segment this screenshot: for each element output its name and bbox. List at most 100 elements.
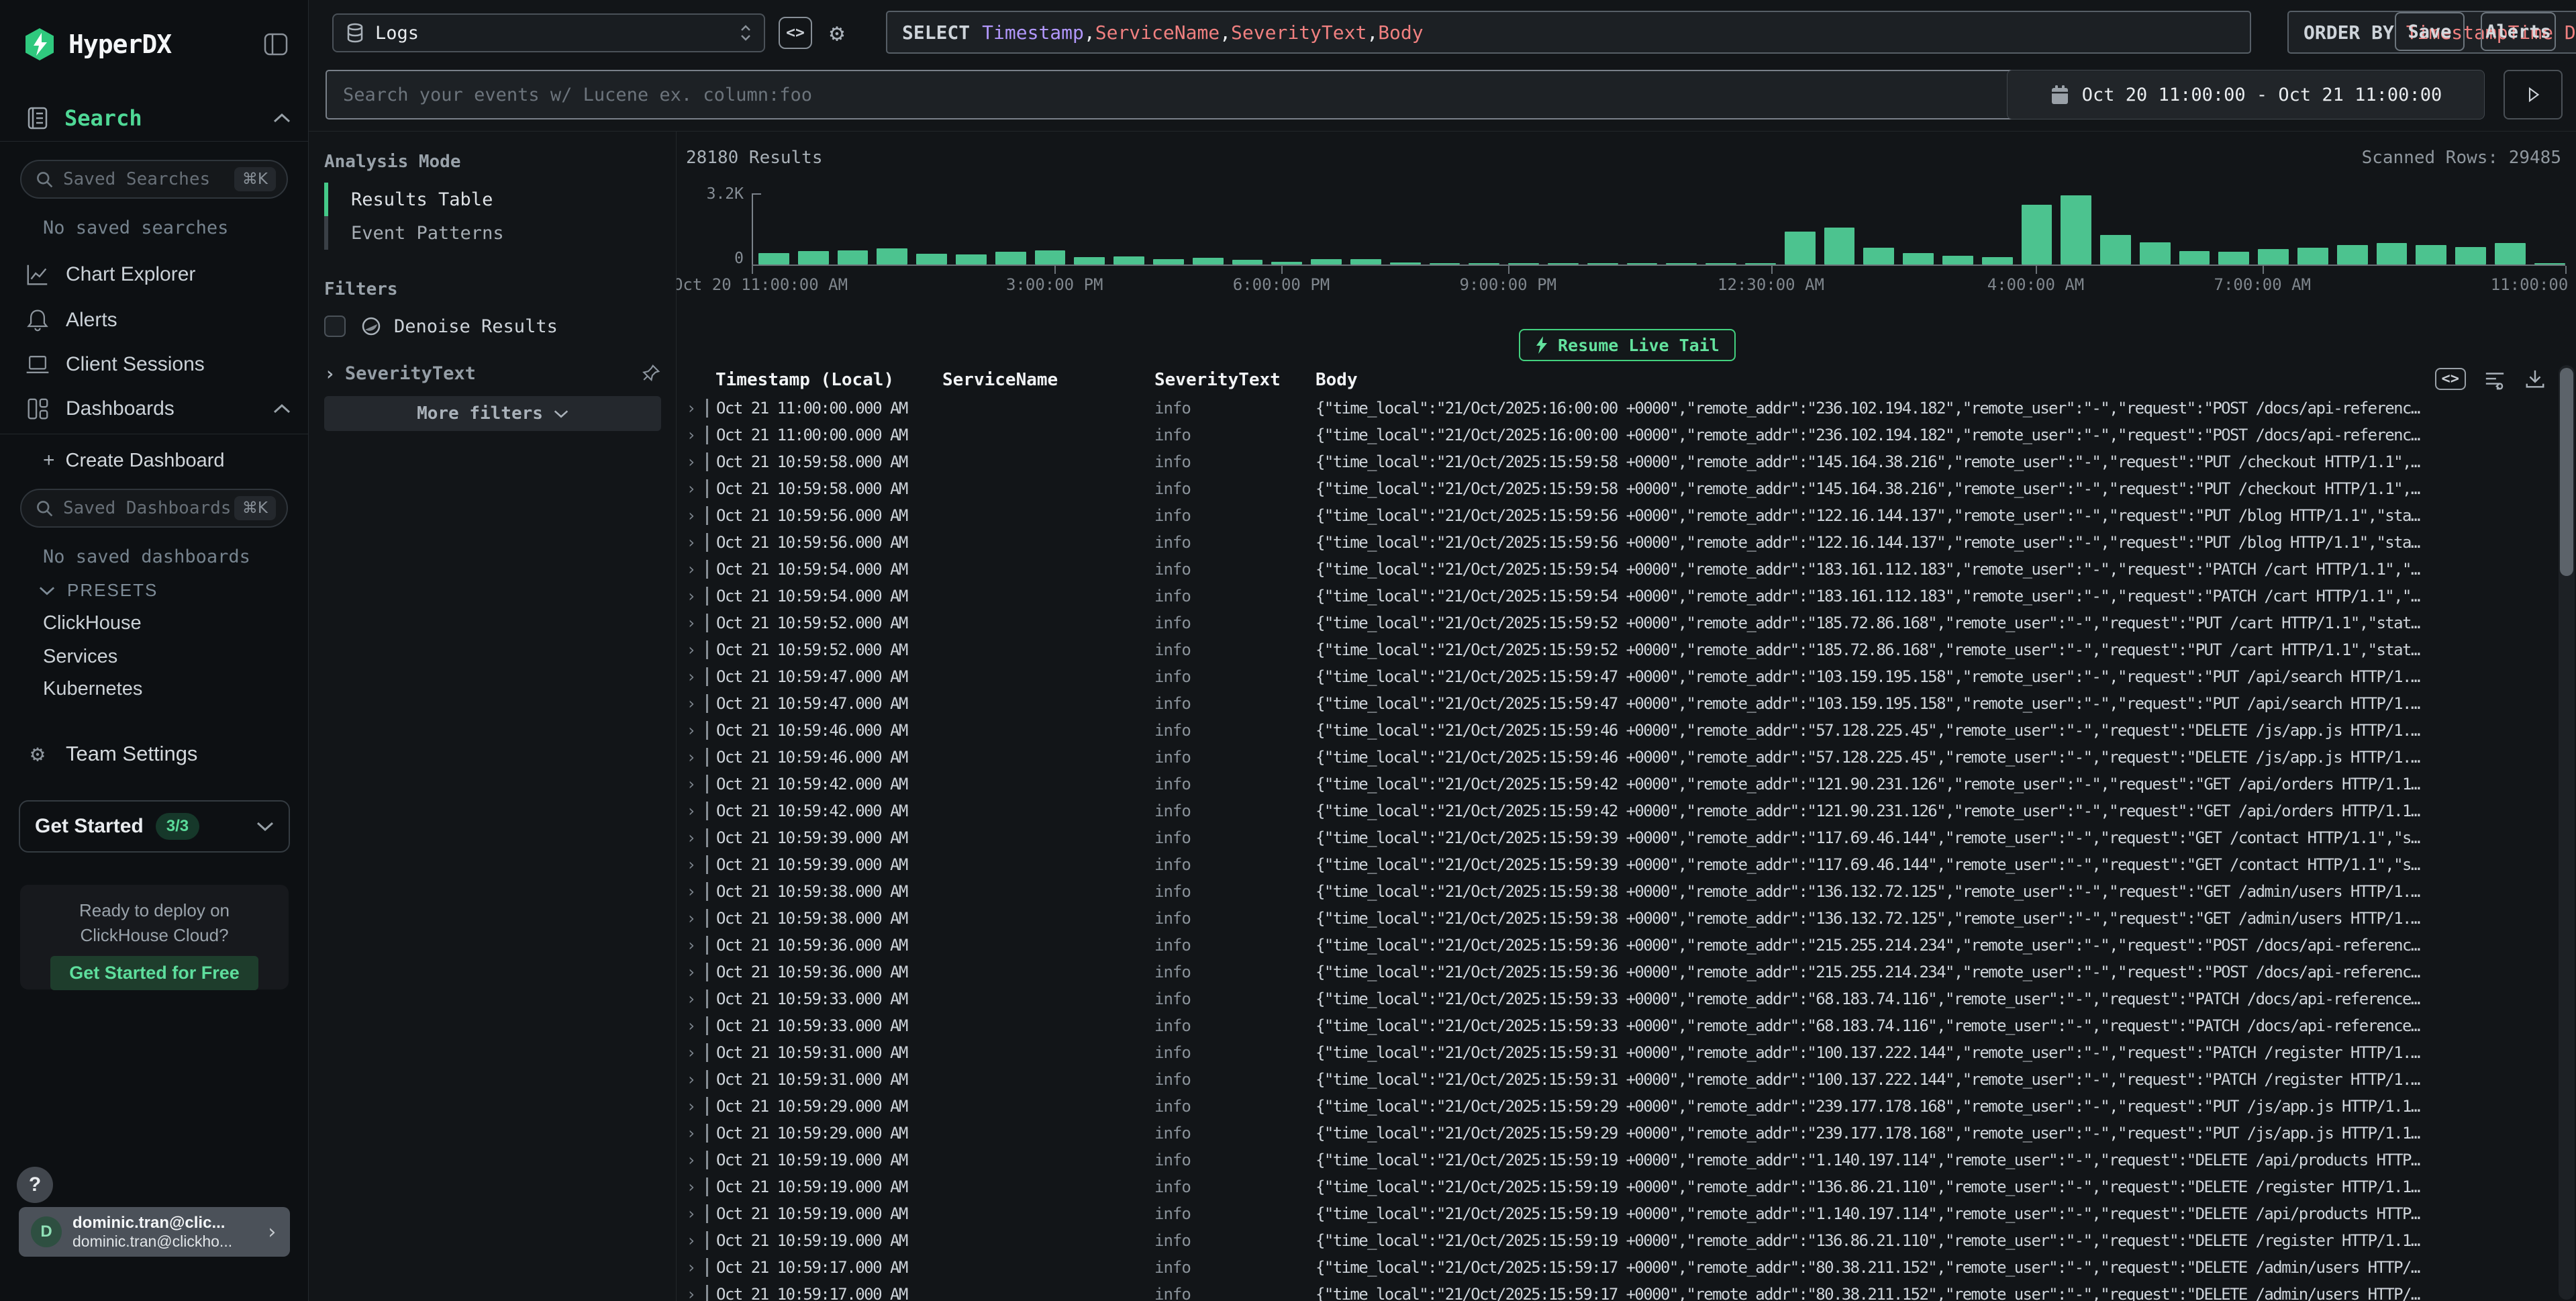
expand-row-icon[interactable]: › (677, 775, 706, 793)
sidebar-item-dashboards[interactable]: Dashboards (24, 393, 291, 424)
log-row[interactable]: › Oct 21 10:59:56.000 AM info {"time_loc… (677, 529, 2556, 556)
denoise-results-toggle[interactable]: Denoise Results (324, 311, 558, 341)
expand-row-icon[interactable]: › (677, 560, 706, 579)
resume-live-tail-button[interactable]: Resume Live Tail (1519, 329, 1736, 361)
preset-clickhouse[interactable]: ClickHouse (43, 612, 142, 634)
log-row[interactable]: › Oct 21 10:59:46.000 AM info {"time_loc… (677, 744, 2556, 771)
expand-row-icon[interactable]: › (677, 828, 706, 847)
expand-row-icon[interactable]: › (677, 1285, 706, 1301)
sidebar-item-team-settings[interactable]: ⚙ Team Settings (24, 738, 291, 769)
chart-bar[interactable] (1863, 248, 1894, 264)
log-row[interactable]: › Oct 21 10:59:58.000 AM info {"time_loc… (677, 475, 2556, 502)
expand-row-icon[interactable]: › (677, 721, 706, 740)
expand-row-icon[interactable]: › (677, 1016, 706, 1035)
user-menu[interactable]: D dominic.tran@clic... dominic.tran@clic… (19, 1207, 290, 1257)
presets-toggle[interactable]: PRESETS (39, 580, 158, 601)
log-row[interactable]: › Oct 21 10:59:54.000 AM info {"time_loc… (677, 556, 2556, 583)
chart-bar[interactable] (2455, 247, 2486, 264)
log-row[interactable]: › Oct 21 10:59:33.000 AM info {"time_loc… (677, 985, 2556, 1012)
saved-searches-input[interactable] (63, 169, 234, 189)
log-row[interactable]: › Oct 21 10:59:19.000 AM info {"time_loc… (677, 1227, 2556, 1254)
expand-row-icon[interactable]: › (677, 936, 706, 955)
expand-row-icon[interactable]: › (677, 479, 706, 498)
log-row[interactable]: › Oct 21 10:59:39.000 AM info {"time_loc… (677, 851, 2556, 878)
log-row[interactable]: › Oct 21 10:59:56.000 AM info {"time_loc… (677, 502, 2556, 529)
chart-bar[interactable] (1035, 250, 1066, 264)
mode-event-patterns[interactable]: Event Patterns (324, 216, 662, 250)
download-icon[interactable] (2524, 369, 2546, 390)
expand-row-icon[interactable]: › (677, 506, 706, 525)
log-row[interactable]: › Oct 21 10:59:29.000 AM info {"time_loc… (677, 1093, 2556, 1120)
chart-bar[interactable] (838, 250, 869, 264)
collapse-sidebar-icon[interactable] (264, 33, 288, 56)
log-row[interactable]: › Oct 21 10:59:17.000 AM info {"time_loc… (677, 1254, 2556, 1281)
log-row[interactable]: › Oct 21 10:59:46.000 AM info {"time_loc… (677, 717, 2556, 744)
expand-row-icon[interactable]: › (677, 855, 706, 874)
chart-bar[interactable] (2218, 252, 2249, 264)
log-row[interactable]: › Oct 21 10:59:39.000 AM info {"time_loc… (677, 824, 2556, 851)
sidebar-item-client-sessions[interactable]: Client Sessions (24, 349, 291, 380)
expand-row-icon[interactable]: › (677, 1151, 706, 1169)
chart-bar[interactable] (2258, 249, 2289, 264)
log-row[interactable]: › Oct 21 11:00:00.000 AM info {"time_loc… (677, 422, 2556, 448)
chart-bar[interactable] (2337, 245, 2368, 264)
chart-bar[interactable] (798, 251, 829, 264)
preset-services[interactable]: Services (43, 646, 117, 668)
chart-bar[interactable] (995, 252, 1026, 264)
chevron-up-icon[interactable] (273, 113, 291, 123)
col-body[interactable]: Body (1306, 370, 2556, 390)
chart-bar[interactable] (1074, 257, 1105, 264)
sidebar-item-chart-explorer[interactable]: Chart Explorer (24, 259, 291, 290)
help-button[interactable]: ? (17, 1167, 53, 1203)
chart-bar[interactable] (1113, 256, 1144, 264)
log-row[interactable]: › Oct 21 10:59:19.000 AM info {"time_loc… (677, 1173, 2556, 1200)
scrollbar-thumb[interactable] (2560, 368, 2573, 576)
chart-bar[interactable] (2297, 248, 2328, 265)
chart-bar[interactable] (1311, 259, 1342, 264)
chevron-up-icon[interactable] (273, 404, 291, 414)
preset-kubernetes[interactable]: Kubernetes (43, 678, 142, 700)
chart-bar[interactable] (1350, 259, 1381, 264)
chart-bar[interactable] (1232, 260, 1263, 264)
chart-bar[interactable] (1982, 257, 2013, 264)
create-dashboard-button[interactable]: + Create Dashboard (43, 447, 225, 474)
expand-row-icon[interactable]: › (677, 1124, 706, 1143)
get-started-toggle[interactable]: Get Started 3/3 (19, 800, 290, 853)
saved-dashboards-input[interactable] (63, 498, 234, 518)
run-query-button[interactable] (2504, 70, 2563, 119)
wrap-lines-icon[interactable] (2483, 369, 2506, 390)
table-scrollbar[interactable] (2559, 365, 2575, 1300)
log-row[interactable]: › Oct 21 10:59:19.000 AM info {"time_loc… (677, 1147, 2556, 1173)
expand-row-icon[interactable]: › (677, 882, 706, 901)
log-row[interactable]: › Oct 21 10:59:38.000 AM info {"time_loc… (677, 878, 2556, 905)
log-row[interactable]: › Oct 21 10:59:36.000 AM info {"time_loc… (677, 959, 2556, 985)
save-button[interactable]: Save (2395, 12, 2465, 51)
chart-bar[interactable] (1942, 256, 1973, 264)
log-row[interactable]: › Oct 21 10:59:31.000 AM info {"time_loc… (677, 1039, 2556, 1066)
alerts-button[interactable]: Alerts (2481, 12, 2556, 51)
expand-row-icon[interactable]: › (677, 1258, 706, 1277)
log-row[interactable]: › Oct 21 10:59:58.000 AM info {"time_loc… (677, 448, 2556, 475)
log-row[interactable]: › Oct 21 10:59:38.000 AM info {"time_loc… (677, 905, 2556, 932)
log-row[interactable]: › Oct 21 10:59:31.000 AM info {"time_loc… (677, 1066, 2556, 1093)
chart-bar[interactable] (2495, 243, 2526, 264)
date-range-picker[interactable]: Oct 20 11:00:00 - Oct 21 11:00:00 (2007, 70, 2485, 119)
expand-row-icon[interactable]: › (677, 426, 706, 444)
expand-row-icon[interactable]: › (677, 963, 706, 981)
log-row[interactable]: › Oct 21 10:59:36.000 AM info {"time_loc… (677, 932, 2556, 959)
chart-bar[interactable] (1193, 258, 1224, 264)
expand-row-icon[interactable]: › (677, 1231, 706, 1250)
chart-bar[interactable] (2061, 195, 2091, 264)
mode-results-table[interactable]: Results Table (324, 183, 662, 216)
log-row[interactable]: › Oct 21 10:59:52.000 AM info {"time_loc… (677, 636, 2556, 663)
chart-bar[interactable] (2022, 205, 2052, 264)
log-row[interactable]: › Oct 21 10:59:42.000 AM info {"time_loc… (677, 798, 2556, 824)
gear-icon[interactable]: ⚙ (820, 17, 854, 49)
saved-searches-search[interactable]: ⌘K (20, 160, 288, 199)
expand-row-icon[interactable]: › (677, 667, 706, 686)
source-select[interactable]: Logs (332, 13, 765, 52)
filter-group-severitytext[interactable]: › SeverityText (324, 360, 661, 387)
sidebar-item-alerts[interactable]: Alerts (24, 305, 291, 336)
expand-row-icon[interactable]: › (677, 614, 706, 632)
expand-row-icon[interactable]: › (677, 1177, 706, 1196)
